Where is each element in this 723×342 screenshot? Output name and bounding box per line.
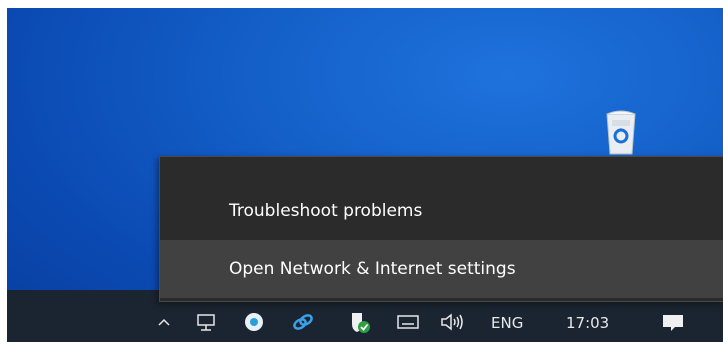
network-wired-icon[interactable] [195,312,217,332]
chevron-up-icon[interactable] [157,314,171,328]
network-context-menu: Troubleshoot problems Open Network & Int… [159,156,723,302]
language-indicator[interactable]: ENG [491,314,523,332]
link-icon[interactable] [291,311,315,333]
security-shield-icon[interactable] [348,310,372,334]
keyboard-icon[interactable] [397,314,419,330]
menu-item-open-network-settings[interactable]: Open Network & Internet settings [160,240,723,298]
clock[interactable]: 17:03 [566,314,609,332]
recycle-bin-icon[interactable] [601,106,641,156]
app-icon[interactable] [243,311,265,333]
screen: ENG 17:03 Troubleshoot problems Open Net… [7,8,723,342]
notification-icon[interactable] [661,313,685,333]
volume-icon[interactable] [440,312,466,332]
menu-item-troubleshoot-problems[interactable]: Troubleshoot problems [160,182,723,240]
